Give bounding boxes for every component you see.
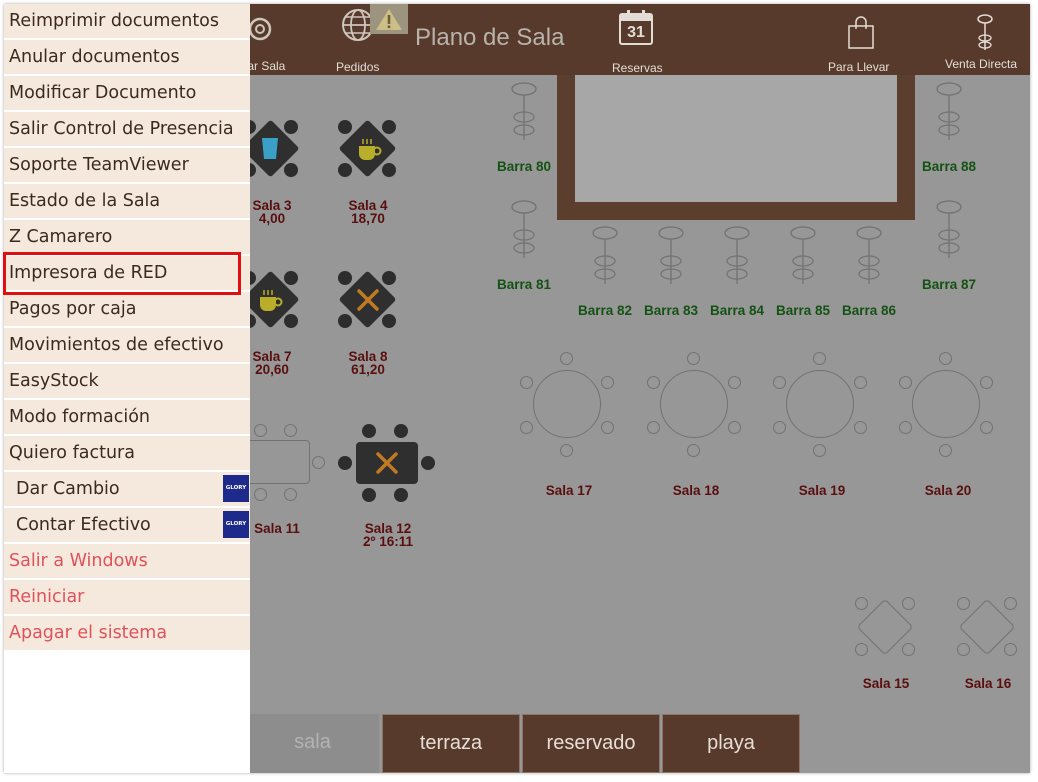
bar-stool-icon	[856, 226, 882, 284]
bar-stool-icon	[936, 82, 962, 140]
page-title: Plano de Sala	[415, 24, 565, 51]
pedidos-label[interactable]: Pedidos	[336, 60, 379, 74]
menu-item-soporte-teamviewer[interactable]: Soporte TeamViewer	[4, 148, 250, 183]
venta-directa-label[interactable]: Venta Directa	[945, 57, 1017, 71]
para-llevar-label[interactable]: Para Llevar	[828, 60, 889, 74]
gear-icon[interactable]	[246, 12, 274, 51]
barra-86[interactable]: Barra 86	[839, 226, 899, 321]
table-sala-20[interactable]: Sala 20	[896, 349, 1000, 499]
table-sala-15[interactable]: Sala 15	[852, 594, 920, 694]
table-name: Sala 15	[862, 676, 910, 691]
drink-glass-icon	[262, 138, 278, 159]
menu-item-movimientos-efectivo[interactable]: Movimientos de efectivo	[4, 328, 250, 363]
bar-stool-icon	[511, 82, 537, 140]
table-sala-16[interactable]: Sala 16	[954, 594, 1022, 694]
menu-item-salir-windows[interactable]: Salir a Windows	[4, 544, 250, 579]
menu-item-dar-cambio[interactable]: Dar Cambio GLORY	[4, 472, 250, 507]
table-name: Sala 11	[254, 521, 300, 536]
barra-82[interactable]: Barra 82	[575, 226, 635, 321]
tomar-sala-label[interactable]: tar Sala	[244, 59, 285, 73]
menu-item-salir-control-presencia[interactable]: Salir Control de Presencia	[4, 112, 250, 147]
bar-counter-bottom	[557, 202, 915, 220]
bar-stool-icon	[511, 200, 537, 258]
menu-item-label: Dar Cambio	[16, 479, 120, 499]
menu-item-label: Contar Efectivo	[16, 515, 151, 535]
barra-84[interactable]: Barra 84	[707, 226, 767, 321]
highlight-box	[3, 252, 241, 295]
calendar-icon[interactable]: 31	[618, 8, 654, 51]
tab-terraza[interactable]: terraza	[382, 714, 520, 773]
barra-label: Barra 84	[709, 303, 765, 318]
tab-playa[interactable]: playa	[662, 714, 800, 773]
barra-label: Barra 83	[643, 303, 699, 318]
bar-stool-icon	[790, 226, 816, 284]
barra-label: Barra 88	[921, 159, 977, 174]
menu-item-reimprimir-documentos[interactable]: Reimprimir documentos	[4, 4, 250, 39]
menu-item-reiniciar[interactable]: Reiniciar	[4, 580, 250, 615]
menu-item-apagar-sistema[interactable]: Apagar el sistema	[4, 616, 250, 651]
barra-label: Barra 85	[775, 303, 831, 318]
glory-logo-icon: GLORY	[223, 475, 249, 502]
table-amount: 18,70	[351, 211, 385, 226]
table-sala-11[interactable]: Sala 11	[242, 422, 332, 537]
tab-reservado[interactable]: reservado	[522, 714, 660, 773]
barra-83[interactable]: Barra 83	[641, 226, 701, 321]
table-sala-8[interactable]: Sala 8 61,20	[336, 269, 400, 381]
table-sala-17[interactable]: Sala 17	[517, 349, 621, 499]
coffee-cup-icon	[359, 139, 382, 160]
menu-item-modo-formacion[interactable]: Modo formación	[4, 400, 250, 435]
barra-label: Barra 86	[841, 303, 897, 318]
barra-label: Barra 80	[496, 159, 552, 174]
barra-label: Barra 81	[496, 277, 552, 292]
barra-81[interactable]: Barra 81	[494, 200, 554, 295]
fork-knife-icon	[357, 289, 379, 311]
shopping-bag-icon[interactable]	[846, 14, 876, 55]
barra-80[interactable]: Barra 80	[494, 82, 554, 177]
bar-counter-right	[897, 75, 915, 220]
menu-item-quiero-factura[interactable]: Quiero factura	[4, 436, 250, 471]
coffee-cup-icon	[260, 290, 283, 311]
barra-85[interactable]: Barra 85	[773, 226, 833, 321]
glory-logo-icon: GLORY	[223, 511, 249, 538]
table-name: Sala 16	[964, 676, 1012, 691]
calendar-day: 31	[627, 24, 645, 41]
menu-item-easystock[interactable]: EasyStock	[4, 364, 250, 399]
menu-item-anular-documentos[interactable]: Anular documentos	[4, 40, 250, 75]
menu-item-z-camarero[interactable]: Z Camarero	[4, 220, 250, 255]
bar-stool-icon[interactable]	[974, 14, 996, 57]
bar-stool-icon	[724, 226, 750, 284]
table-name: Sala 19	[798, 483, 846, 498]
table-name: Sala 20	[924, 483, 972, 498]
barra-label: Barra 82	[577, 303, 633, 318]
table-time: 2º 16:11	[363, 534, 413, 549]
reservas-label[interactable]: Reservas	[612, 61, 663, 75]
table-sala-18[interactable]: Sala 18	[644, 349, 748, 499]
side-menu: Reimprimir documentos Anular documentos …	[4, 4, 250, 773]
bar-counter-left	[557, 75, 575, 220]
table-sala-19[interactable]: Sala 19	[770, 349, 874, 499]
bar-stool-icon	[936, 200, 962, 258]
menu-item-contar-efectivo[interactable]: Contar Efectivo GLORY	[4, 508, 250, 543]
barra-87[interactable]: Barra 87	[919, 200, 979, 295]
barra-88[interactable]: Barra 88	[919, 82, 979, 177]
table-amount: 61,20	[351, 362, 385, 377]
bar-counter-inner	[575, 75, 897, 202]
table-sala-12[interactable]: Sala 12 2º 16:11	[338, 422, 438, 550]
menu-item-estado-sala[interactable]: Estado de la Sala	[4, 184, 250, 219]
table-sala-4[interactable]: Sala 4 18,70	[336, 118, 400, 230]
bar-stool-icon	[592, 226, 618, 284]
warning-icon[interactable]	[370, 4, 408, 34]
table-name: Sala 17	[545, 483, 593, 498]
tab-sala[interactable]: sala	[246, 714, 379, 773]
bar-stool-icon	[658, 226, 684, 284]
barra-label: Barra 87	[921, 277, 977, 292]
menu-item-pagos-caja[interactable]: Pagos por caja	[4, 292, 250, 327]
fork-knife-icon	[376, 452, 398, 474]
menu-item-modificar-documento[interactable]: Modificar Documento	[4, 76, 250, 111]
table-name: Sala 18	[672, 483, 720, 498]
